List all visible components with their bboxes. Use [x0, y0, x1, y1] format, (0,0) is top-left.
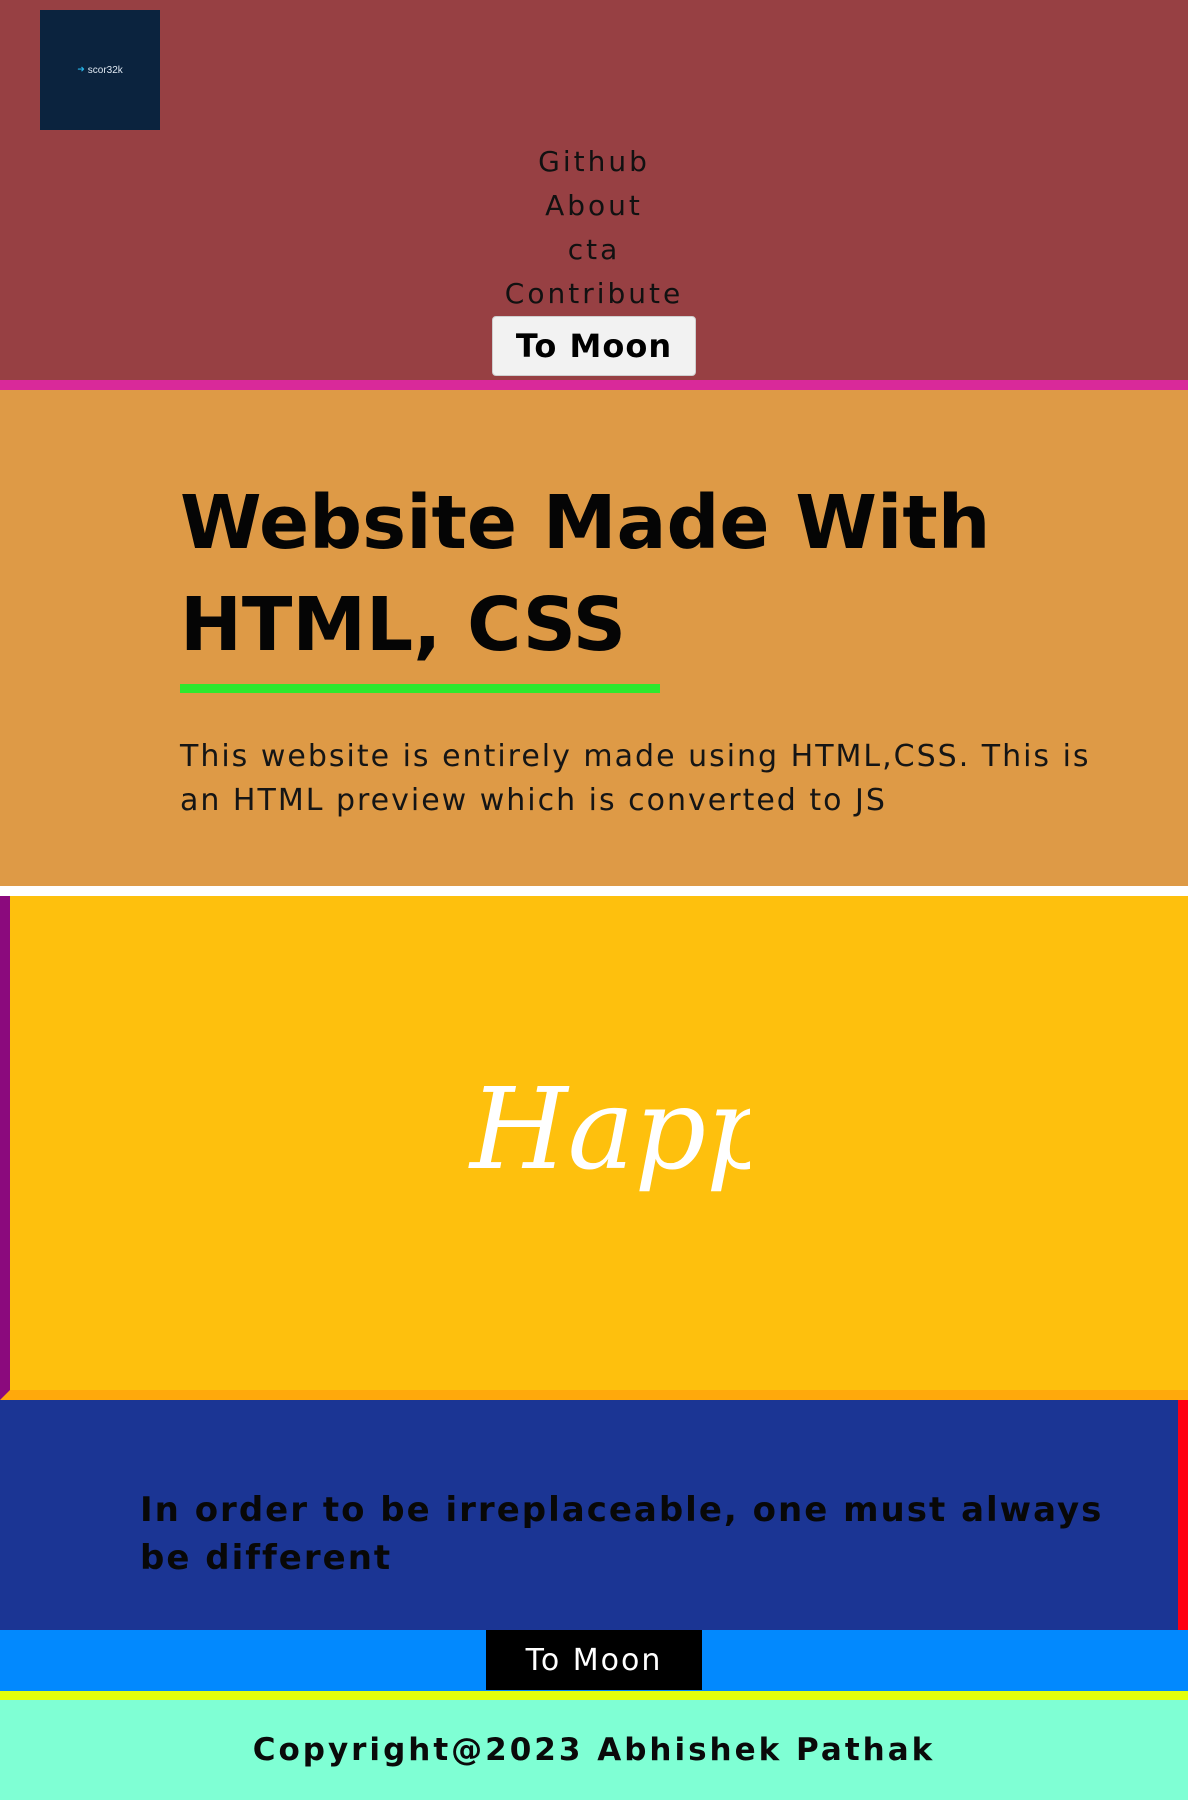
main-nav: Github About cta Contribute — [0, 140, 1188, 316]
happy-image: Happy. — [468, 1065, 750, 1195]
image-section: Happy. — [0, 896, 1188, 1400]
logo-text: scor32k — [87, 64, 123, 76]
hero-title-line-2: HTML, CSS — [180, 582, 627, 668]
site-header: ➜ scor32k Github About cta Contribute To… — [0, 0, 1188, 390]
cta-bar: To Moon — [0, 1630, 1188, 1700]
hero-description: This website is entirely made using HTML… — [180, 739, 1091, 818]
nav-link-github[interactable]: Github — [538, 140, 650, 184]
copyright-text: Copyright@2023 Abhishek Pathak — [252, 1732, 936, 1768]
nav-link-cta[interactable]: cta — [568, 228, 621, 272]
happy-image-text: Happy. — [468, 1065, 750, 1195]
nav-link-contribute[interactable]: Contribute — [505, 272, 683, 316]
to-moon-button[interactable]: To Moon — [492, 316, 696, 376]
hero-title: Website Made With HTML, CSS — [180, 472, 1080, 676]
to-moon-bottom-button[interactable]: To Moon — [486, 1630, 702, 1690]
logo[interactable]: ➜ scor32k — [40, 10, 160, 130]
arrow-right-icon: ➜ — [77, 64, 85, 75]
nav-link-about[interactable]: About — [545, 184, 643, 228]
quote-section: In order to be irreplaceable, one must a… — [0, 1400, 1188, 1630]
site-footer: Copyright@2023 Abhishek Pathak — [0, 1700, 1188, 1800]
quote-text: In order to be irreplaceable, one must a… — [140, 1490, 1104, 1578]
title-underline — [180, 684, 660, 693]
hero-title-line-1: Website Made With — [180, 480, 991, 566]
